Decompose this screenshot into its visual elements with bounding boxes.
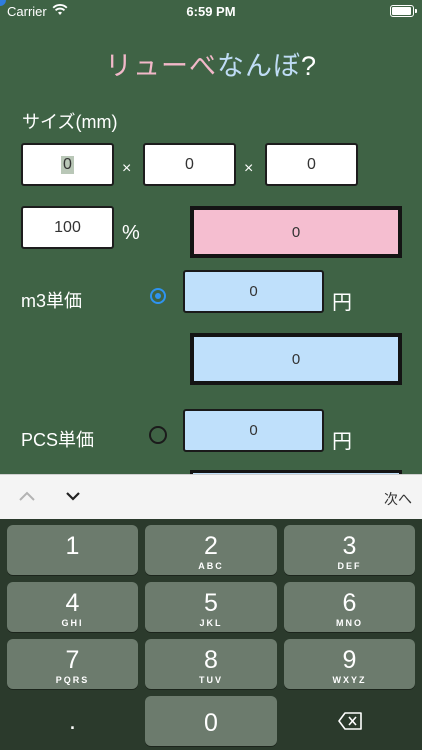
- size-label: サイズ(mm): [22, 112, 118, 132]
- volume-result-value: 0: [291, 223, 301, 241]
- pcs-price-input[interactable]: 0: [183, 409, 324, 452]
- key-decimal-symbol: .: [69, 707, 76, 735]
- key-7-digit: 7: [65, 646, 80, 674]
- keyboard-toolbar: 次へ: [0, 474, 422, 520]
- depth-input[interactable]: 0: [143, 143, 236, 186]
- m3-price-label: m3単価: [21, 291, 83, 311]
- pcs-yen-unit: 円: [332, 431, 352, 453]
- key-5[interactable]: 5 JKL: [145, 582, 277, 632]
- key-4[interactable]: 4 GHI: [7, 582, 138, 632]
- key-6[interactable]: 6 MNO: [284, 582, 415, 632]
- times-sign-1: ×: [122, 160, 132, 177]
- clock: 6:59 PM: [186, 4, 236, 19]
- backspace-icon: [338, 712, 362, 730]
- key-6-digit: 6: [342, 589, 357, 617]
- key-2[interactable]: 2 ABC: [145, 525, 277, 575]
- key-3-digit: 3: [342, 532, 357, 560]
- delete-key[interactable]: [284, 696, 415, 746]
- m3-yen-unit: 円: [332, 292, 352, 314]
- depth-value: 0: [185, 155, 194, 173]
- m3-total-value: 0: [291, 350, 301, 368]
- key-8-digit: 8: [204, 646, 218, 674]
- app-title: リューべなんぼ?: [0, 44, 422, 83]
- battery-icon: [390, 5, 417, 17]
- next-button[interactable]: 次へ: [384, 489, 412, 509]
- title-part-4: ?: [300, 51, 318, 81]
- title-part-1: リュー: [104, 51, 189, 81]
- key-8-letters: TUV: [199, 675, 223, 685]
- width-value: 0: [61, 155, 74, 174]
- percent-unit: %: [122, 222, 140, 244]
- chevron-up-icon[interactable]: [18, 489, 36, 503]
- key-decimal[interactable]: .: [7, 696, 138, 746]
- key-2-digit: 2: [204, 532, 218, 560]
- status-bar: Carrier 6:59 PM: [0, 0, 422, 22]
- key-4-letters: GHI: [61, 618, 84, 628]
- key-0[interactable]: 0: [145, 696, 277, 746]
- key-3-letters: DEF: [337, 561, 362, 571]
- pcs-price-label: PCS単価: [21, 430, 95, 450]
- key-7[interactable]: 7 PQRS: [7, 639, 138, 689]
- m3-price-input[interactable]: 0: [183, 270, 324, 313]
- key-7-letters: PQRS: [55, 675, 90, 685]
- percent-value: 100: [54, 218, 81, 236]
- width-input[interactable]: 0: [21, 143, 114, 186]
- pcs-price-value: 0: [249, 422, 258, 439]
- m3-total-result: 0: [190, 333, 402, 385]
- key-4-digit: 4: [65, 589, 80, 617]
- key-6-letters: MNO: [336, 618, 363, 628]
- m3-radio-selected[interactable]: [150, 288, 166, 304]
- key-9-letters: WXYZ: [332, 675, 367, 685]
- key-8[interactable]: 8 TUV: [145, 639, 277, 689]
- key-1[interactable]: 1: [7, 525, 138, 575]
- height-value: 0: [307, 155, 316, 173]
- number-keypad: 1 2 ABC 3 DEF 4 GHI 5 JKL 6 MNO 7 PQRS 8…: [0, 519, 422, 750]
- title-part-2: べ: [188, 51, 217, 81]
- key-5-letters: JKL: [199, 618, 223, 628]
- key-5-digit: 5: [204, 589, 218, 617]
- height-input[interactable]: 0: [265, 143, 358, 186]
- key-9[interactable]: 9 WXYZ: [284, 639, 415, 689]
- m3-price-value: 0: [249, 283, 258, 300]
- key-9-digit: 9: [342, 646, 357, 674]
- title-part-3: なんぼ: [216, 51, 301, 81]
- key-3[interactable]: 3 DEF: [284, 525, 415, 575]
- volume-result: 0: [190, 206, 402, 258]
- pcs-radio-unselected[interactable]: [149, 426, 167, 444]
- key-0-digit: 0: [204, 709, 218, 737]
- key-2-letters: ABC: [198, 561, 224, 571]
- percent-input[interactable]: 100: [21, 206, 114, 249]
- key-1-digit: 1: [65, 532, 80, 560]
- chevron-down-icon[interactable]: [64, 489, 82, 503]
- times-sign-2: ×: [244, 160, 254, 177]
